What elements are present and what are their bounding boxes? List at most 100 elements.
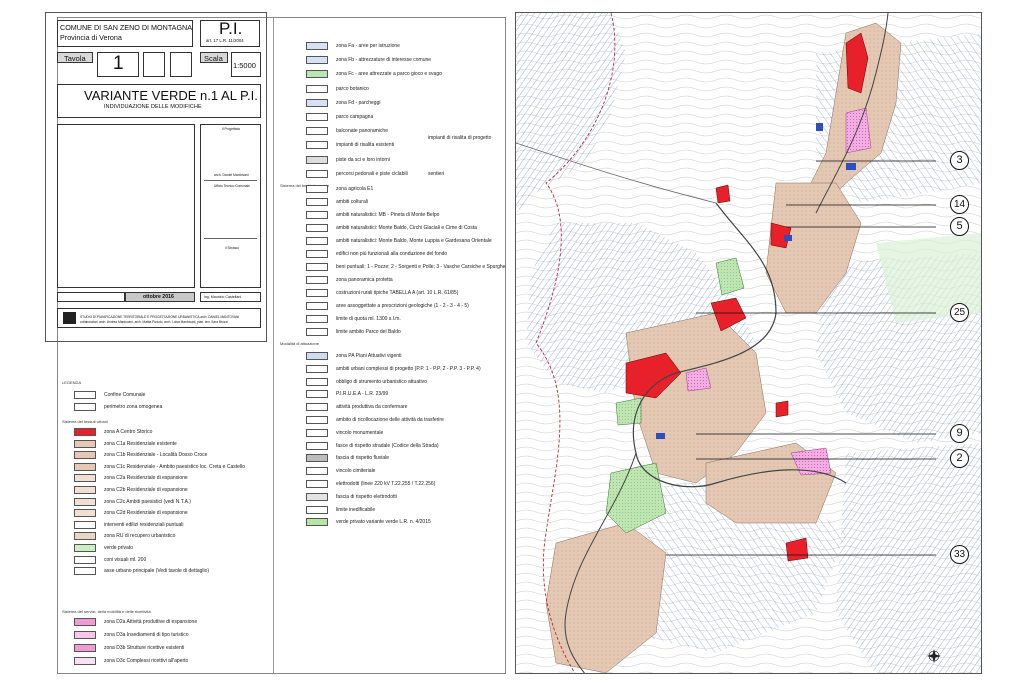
legend-mode-item-label: fascia di rispetto fluviale xyxy=(336,455,390,462)
callout-25[interactable]: 25 xyxy=(950,303,969,322)
pa-block-4 xyxy=(816,123,823,131)
legend-facility-item-swatch xyxy=(306,169,328,178)
map-frame xyxy=(515,12,982,674)
legend-urban-item-label: zona C2b Residenziale di espansione xyxy=(104,487,188,493)
legend-mode-item-swatch xyxy=(306,403,328,412)
legend-mode-item-swatch xyxy=(306,428,328,437)
legend-facility-item-label: zona Fc - aree attrezzate a parco gioco … xyxy=(336,71,442,78)
legend-mode-item-label: verde privato variante verde L.R. n. 4/2… xyxy=(336,519,431,526)
legend-open-item-label: ambiti naturalistici: Monte Baldo, Monte… xyxy=(336,238,492,244)
map-canvas xyxy=(516,13,981,673)
legend-open-item-swatch xyxy=(306,328,328,336)
legend-urban-item-swatch xyxy=(74,474,96,483)
date-left-box xyxy=(57,292,125,302)
legend-mode-item-swatch xyxy=(306,454,328,463)
legend-services-item-swatch xyxy=(74,644,96,652)
plan-code: P.I. xyxy=(219,19,243,38)
legend-open-item-swatch xyxy=(306,224,328,232)
legend-urban-item-swatch xyxy=(74,451,96,460)
legend-services-item-label: zona D3a Insediamenti di tipo turistico xyxy=(104,632,189,638)
legend-facility-item-swatch xyxy=(306,141,328,150)
pa-block-1 xyxy=(846,163,856,170)
legend-urban-item-swatch xyxy=(74,462,96,471)
legend-urban-item-swatch xyxy=(74,544,96,552)
legend-services-item-label: zona D2a Attività produttive di espansio… xyxy=(104,619,198,625)
legend-facility-item-label: zona Fa - aree per istruzione xyxy=(336,43,400,49)
legend-mode-item-label: elettrodotti (linee 220 kV T.22.255 / T.… xyxy=(336,481,436,487)
callout-33[interactable]: 33 xyxy=(950,545,969,564)
legend-panel-divider xyxy=(273,17,274,674)
legend-mode-item-swatch xyxy=(306,364,328,373)
legend-impianti-progetto-label: impianti di risalita di progetto xyxy=(428,135,492,141)
legend-top-item-swatch xyxy=(74,403,96,411)
signature-box xyxy=(200,124,261,288)
pa-block-3 xyxy=(656,433,665,439)
scale-value: 1:5000 xyxy=(233,61,256,70)
studio-line-1: STUDIO DI PIANIFICAZIONE TERRITORIALE E … xyxy=(80,315,240,319)
legend-open-item-label: edifici non più funzionali alla conduzio… xyxy=(336,251,448,257)
legend-open-item-label: costruzioni rurali tipiche TABELLA A (ar… xyxy=(336,290,459,296)
legend-mode-item-label: attività produttiva da confermare xyxy=(336,404,408,411)
legend-mode-item-swatch xyxy=(306,377,328,386)
legend-open-item-label: ambiti naturalistici: MB - Pineta di Mon… xyxy=(336,212,440,218)
legend-mode-item-label: ambito di ricollocazione delle attività … xyxy=(336,417,444,423)
legend-open-item-label: ambiti colturali xyxy=(336,199,368,205)
province-name: Provincia di Verona xyxy=(60,33,122,42)
legend-sentieri-label: sentieri xyxy=(428,171,445,177)
sheet-label: Tavola xyxy=(64,54,86,63)
legend-open-item-swatch xyxy=(306,315,328,323)
legend-urban-item-label: zona C2d Residenziale di espansione xyxy=(104,510,188,517)
legend-open-item-swatch xyxy=(306,237,328,245)
callout-3[interactable]: 3 xyxy=(950,151,969,170)
legend-facility-item-label: piste da sci e loro intorni xyxy=(336,156,390,163)
legend-facility-item-swatch xyxy=(306,113,328,121)
callout-2[interactable]: 2 xyxy=(950,449,969,468)
legend-open-item-label: limite di quota ml. 1300 s.l.m. xyxy=(336,316,401,322)
legend-facility-item-swatch xyxy=(306,84,328,93)
legend-section-heading: Sistema dei tessuti urbani xyxy=(62,419,108,424)
sig-ufficio: Ufficio Tecnico Comunale xyxy=(214,184,250,188)
legend-urban-item-label: zona A Centro Storico xyxy=(104,429,153,435)
legend-open-item-swatch xyxy=(306,289,328,297)
sig-sindaco: Il Sindaco xyxy=(225,246,239,250)
legend-urban-item-label: verde privato xyxy=(104,545,133,551)
legend-facility-item-label: parco campagna xyxy=(336,114,374,120)
legend-top-item-label: Confine Comunale xyxy=(104,392,146,398)
legend-facility-item-label: percorsi pedonali e piste ciclabili xyxy=(336,170,408,177)
date: ottobre 2016 xyxy=(143,294,174,300)
legend-open-item-label: beni puntuali: 1 - Pozze; 2 - Sorgenti e… xyxy=(336,264,506,270)
legend-urban-item-label: zona RU di recupero urbanistico xyxy=(104,533,176,540)
callout-9[interactable]: 9 xyxy=(950,424,969,443)
sig-progettista: Il Progettista xyxy=(222,127,240,131)
legend-open-item-swatch xyxy=(306,211,328,219)
pa-block-2 xyxy=(784,235,792,241)
callout-14[interactable]: 14 xyxy=(950,195,969,214)
legend-urban-item-label: zona C1c Residenziale - Ambito paesistic… xyxy=(104,463,245,470)
legend-urban-item-label: zona C2c Ambiti paesistici (vedi N.T.A.) xyxy=(104,498,191,505)
legend-open-item-swatch xyxy=(306,276,328,284)
legend-section-heading: LEGENDA xyxy=(62,380,82,385)
legend-mode-item-swatch xyxy=(306,480,328,488)
legend-facility-item-label: zona Fd - parcheggi xyxy=(336,99,381,106)
legend-services-item-swatch xyxy=(74,631,96,639)
legend-mode-item-label: fascia di rispetto elettrodotti xyxy=(336,493,397,500)
legend-facility-item-swatch xyxy=(306,42,328,50)
studio-logo xyxy=(63,312,76,324)
legend-mode-item-label: limite inedificabile xyxy=(336,506,376,513)
scale-label: Scala xyxy=(204,54,223,63)
legend-open-item-swatch xyxy=(306,198,328,206)
legend-urban-item-label: interventi edilizi residenziali puntuali xyxy=(104,521,184,528)
subtitle: INDIVIDUAZIONE DELLE MODIFICHE xyxy=(104,104,202,110)
legend-top-item-label: perimetro zona omogenea xyxy=(104,404,163,410)
legend-mode-item-label: ambiti urbani complessi di progetto (P.P… xyxy=(336,365,481,372)
legend-facility-item-swatch xyxy=(306,70,328,79)
legend-urban-item-swatch xyxy=(74,428,96,436)
legend-open-item-label: ambiti naturalistici: Monte Baldo, Circh… xyxy=(336,225,477,231)
callout-5[interactable]: 5 xyxy=(950,217,969,236)
legend-mode-item-swatch xyxy=(306,505,328,514)
legend-top-item-swatch xyxy=(74,391,96,399)
legend-mode-item-swatch xyxy=(306,467,328,476)
sig-line-2 xyxy=(204,238,257,239)
legend-mode-item-swatch xyxy=(306,352,328,360)
studio-line-2: collaboratori: arch. Andrea Mantovani, a… xyxy=(80,320,228,324)
